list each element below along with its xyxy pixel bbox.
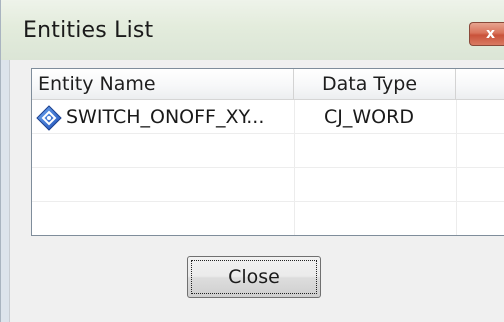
table-row (32, 134, 504, 168)
entities-list-view[interactable]: Entity Name Data Type SWITCH_ONOFF_XY...… (31, 68, 504, 236)
table-row (32, 168, 504, 202)
window-close-button[interactable]: x (469, 22, 504, 46)
table-row (32, 202, 504, 235)
column-header-data-type[interactable]: Data Type (294, 69, 456, 99)
data-type-cell: CJ_WORD (324, 106, 414, 128)
table-row[interactable]: SWITCH_ONOFF_XY... CJ_WORD (32, 100, 504, 134)
close-button-label: Close (191, 260, 317, 294)
window-title: Entities List (23, 18, 154, 43)
close-icon: x (485, 26, 496, 42)
list-header: Entity Name Data Type (32, 69, 504, 100)
entity-diamond-icon (36, 105, 62, 131)
column-header-entity-name[interactable]: Entity Name (32, 69, 294, 99)
entity-name-cell: SWITCH_ONOFF_XY... (66, 106, 265, 128)
column-header-empty[interactable] (456, 69, 504, 99)
entities-list-dialog: Entities List x Entity Name Data Type SW… (0, 0, 504, 322)
close-button[interactable]: Close (187, 256, 321, 298)
title-bar[interactable]: Entities List x (1, 0, 504, 60)
